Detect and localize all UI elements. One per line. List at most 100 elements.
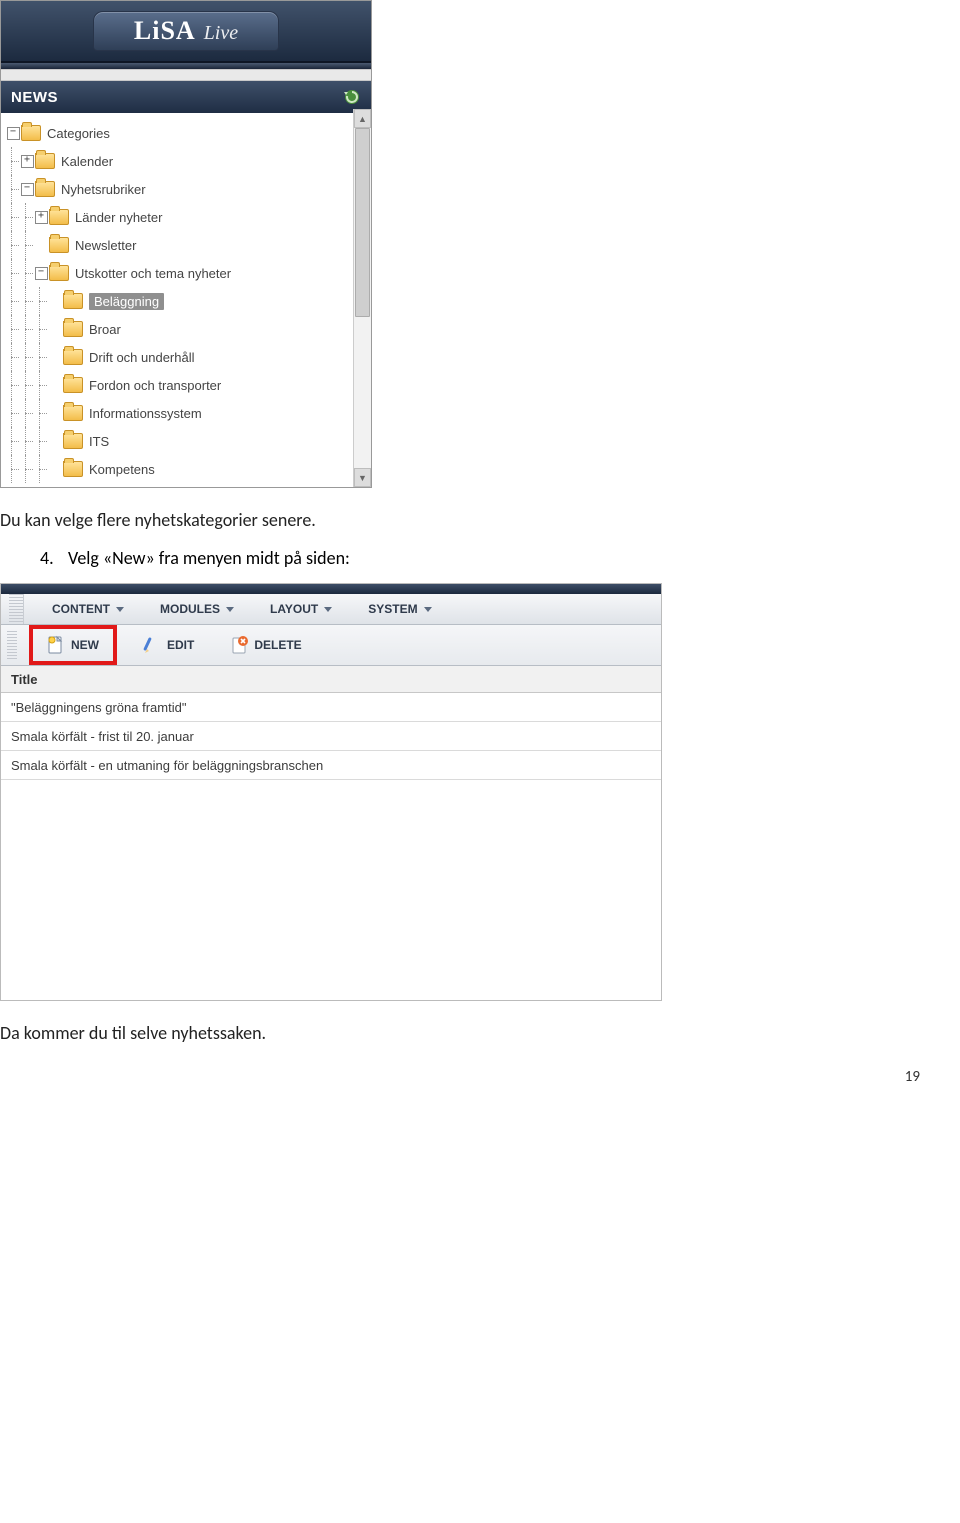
scroll-track[interactable] [354, 128, 371, 468]
tree-label-selected: Beläggning [89, 293, 164, 310]
folder-icon [63, 405, 83, 421]
scroll-up-icon[interactable]: ▲ [354, 109, 371, 128]
tree-label: Länder nyheter [75, 210, 162, 225]
tree-label: Broar [89, 322, 121, 337]
chevron-down-icon [324, 607, 332, 612]
collapse-icon[interactable]: − [35, 267, 48, 280]
app-logo-bar: LiSA Live [1, 1, 371, 63]
grip-icon [7, 631, 17, 659]
tree-label: ITS [89, 434, 109, 449]
paragraph: Da kommer du til selve nyhetssaken. [0, 1021, 960, 1046]
refresh-icon[interactable] [343, 88, 361, 106]
folder-icon [49, 265, 69, 281]
expand-icon[interactable]: + [21, 155, 34, 168]
tree-item-belaggning[interactable]: Beläggning [5, 287, 367, 315]
folder-icon [63, 321, 83, 337]
tool-label: NEW [71, 638, 99, 652]
tree-item-drift[interactable]: Drift och underhåll [5, 343, 367, 371]
paragraph: Du kan velge flere nyhetskategorier sene… [0, 508, 960, 533]
menu-label: SYSTEM [368, 602, 417, 616]
highlight-annotation: NEW [29, 625, 117, 665]
tree-item-informationssystem[interactable]: Informationssystem [5, 399, 367, 427]
list-item[interactable]: Smala körfält - en utmaning för beläggni… [1, 751, 661, 780]
menu-label: MODULES [160, 602, 220, 616]
tool-label: EDIT [167, 638, 194, 652]
tree-label: Fordon och transporter [89, 378, 221, 393]
folder-icon [21, 125, 41, 141]
screenshot-content-list: CONTENT MODULES LAYOUT SYSTEM [0, 583, 662, 1001]
category-tree: − Categories + Kalender − Nyhetsrubriker [1, 113, 371, 487]
delete-icon [230, 635, 248, 655]
folder-icon [63, 293, 83, 309]
list-item[interactable]: "Beläggningens gröna framtid" [1, 693, 661, 722]
folder-icon [35, 181, 55, 197]
top-bar [1, 584, 661, 594]
panel-title: NEWS [11, 89, 58, 106]
tree-label: Utskotter och tema nyheter [75, 266, 231, 281]
vertical-scrollbar[interactable]: ▲ ▼ [353, 109, 371, 487]
toolbar: NEW EDIT DELETE [1, 625, 661, 666]
app-logo: LiSA Live [93, 11, 279, 51]
collapse-icon[interactable]: − [7, 127, 20, 140]
new-button[interactable]: NEW [37, 631, 109, 659]
tree-label: Categories [47, 126, 110, 141]
tree-item-broar[interactable]: Broar [5, 315, 367, 343]
step-number: 4. [40, 547, 68, 569]
folder-icon [49, 209, 69, 225]
tree-label: Informationssystem [89, 406, 202, 421]
collapse-icon[interactable]: − [21, 183, 34, 196]
tree-label: Nyhetsrubriker [61, 182, 146, 197]
column-header-title[interactable]: Title [1, 666, 661, 693]
edit-button[interactable]: EDIT [133, 631, 204, 659]
menu-modules[interactable]: MODULES [142, 594, 252, 624]
logo-sub: Live [204, 22, 238, 45]
menu-layout[interactable]: LAYOUT [252, 594, 350, 624]
delete-button[interactable]: DELETE [220, 631, 311, 659]
folder-icon [35, 153, 55, 169]
row-title: Smala körfält - frist til 20. januar [11, 729, 194, 744]
tree-item-kompetens[interactable]: Kompetens [5, 455, 367, 483]
menu-label: CONTENT [52, 602, 110, 616]
tree-label: Kalender [61, 154, 113, 169]
folder-icon [49, 237, 69, 253]
new-page-icon [47, 635, 65, 655]
row-title: "Beläggningens gröna framtid" [11, 700, 186, 715]
list-item[interactable]: Smala körfält - frist til 20. januar [1, 722, 661, 751]
page-number: 19 [905, 1068, 920, 1086]
step-text: Velg «New» fra menyen midt på siden: [68, 547, 350, 569]
chevron-down-icon [226, 607, 234, 612]
menu-content[interactable]: CONTENT [34, 594, 142, 624]
numbered-step: 4. Velg «New» fra menyen midt på siden: [40, 547, 960, 569]
folder-icon [63, 377, 83, 393]
grip-icon [9, 594, 24, 624]
tool-label: DELETE [254, 638, 301, 652]
pencil-icon [143, 635, 161, 655]
scroll-thumb[interactable] [355, 128, 370, 317]
tree-item-kalender[interactable]: + Kalender [5, 147, 367, 175]
folder-icon [63, 461, 83, 477]
tree-item-its[interactable]: ITS [5, 427, 367, 455]
main-menu-bar: CONTENT MODULES LAYOUT SYSTEM [1, 594, 661, 625]
scroll-down-icon[interactable]: ▼ [354, 468, 371, 487]
tree-item-fordon[interactable]: Fordon och transporter [5, 371, 367, 399]
tree-label: Drift och underhåll [89, 350, 195, 365]
panel-header: NEWS [1, 81, 371, 113]
tree-item-categories[interactable]: − Categories [5, 119, 367, 147]
expand-icon[interactable]: + [35, 211, 48, 224]
menu-system[interactable]: SYSTEM [350, 594, 449, 624]
column-header-label: Title [11, 672, 38, 687]
tree-item-nyhetsrubriker[interactable]: − Nyhetsrubriker [5, 175, 367, 203]
folder-icon [63, 433, 83, 449]
tree-item-utskotter[interactable]: − Utskotter och tema nyheter [5, 259, 367, 287]
chevron-down-icon [116, 607, 124, 612]
chevron-down-icon [424, 607, 432, 612]
tree-item-lander-nyheter[interactable]: + Länder nyheter [5, 203, 367, 231]
tree-label: Kompetens [89, 462, 155, 477]
folder-icon [63, 349, 83, 365]
spacer [1, 69, 371, 81]
tree-item-newsletter[interactable]: Newsletter [5, 231, 367, 259]
menu-label: LAYOUT [270, 602, 318, 616]
tree-label: Newsletter [75, 238, 136, 253]
screenshot-tree-panel: LiSA Live NEWS − Categories + [0, 0, 372, 488]
empty-area [1, 780, 661, 1000]
